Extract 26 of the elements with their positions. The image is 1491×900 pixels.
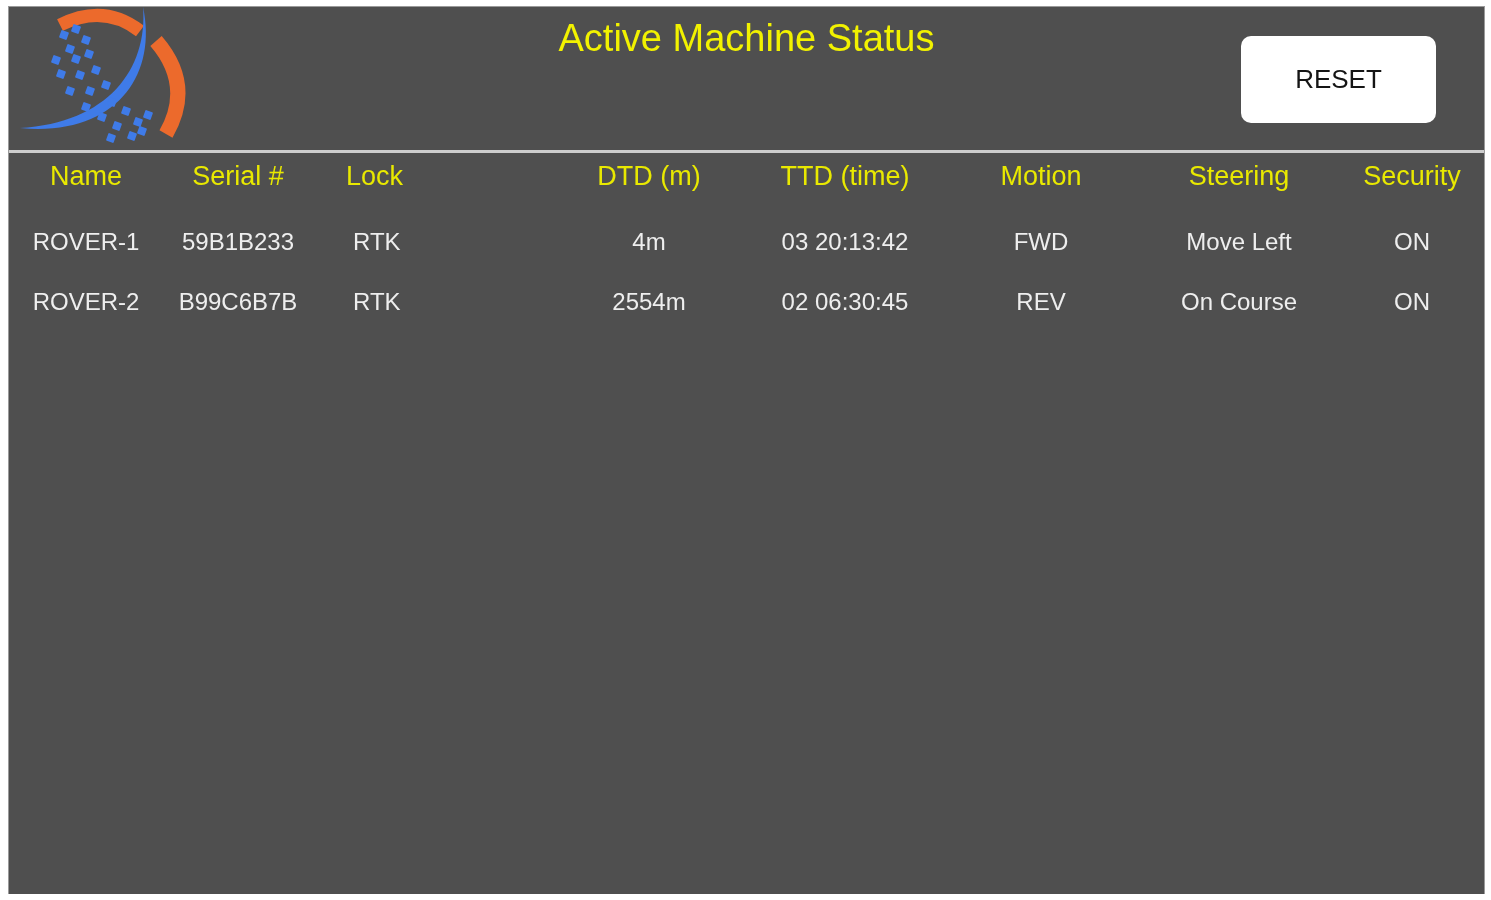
table-cell: 4m bbox=[632, 228, 666, 256]
table-cell: REV bbox=[1016, 288, 1066, 316]
table-cell: 03 20:13:42 bbox=[781, 228, 909, 256]
column-header: Lock bbox=[346, 160, 404, 192]
column-header: Steering bbox=[1188, 160, 1290, 192]
table-cell: ROVER-2 bbox=[32, 288, 140, 316]
column-header: TTD (time) bbox=[780, 160, 910, 192]
column-header: DTD (m) bbox=[597, 160, 701, 192]
column-header: Security bbox=[1363, 160, 1461, 192]
table-cell: ON bbox=[1394, 288, 1430, 316]
column-header: Name bbox=[50, 160, 122, 192]
table-cell: RTK bbox=[353, 228, 401, 256]
table-cell: On Course bbox=[1180, 288, 1298, 316]
table-cell: RTK bbox=[353, 288, 401, 316]
screen-title: Active Machine Status bbox=[558, 16, 935, 61]
column-header: Serial # bbox=[192, 160, 284, 192]
table-cell: Move Left bbox=[1186, 228, 1292, 256]
table-cell: 02 06:30:45 bbox=[781, 288, 909, 316]
table-cell: FWD bbox=[1013, 228, 1069, 256]
table-cell: ON bbox=[1394, 228, 1430, 256]
table-cell: B99C6B7B bbox=[178, 288, 298, 316]
column-header: Motion bbox=[1000, 160, 1082, 192]
table-cell: ROVER-1 bbox=[32, 228, 140, 256]
reset-button[interactable]: RESET bbox=[1241, 36, 1436, 123]
table-cell: 59B1B233 bbox=[181, 228, 295, 256]
table-cell: 2554m bbox=[612, 288, 686, 316]
